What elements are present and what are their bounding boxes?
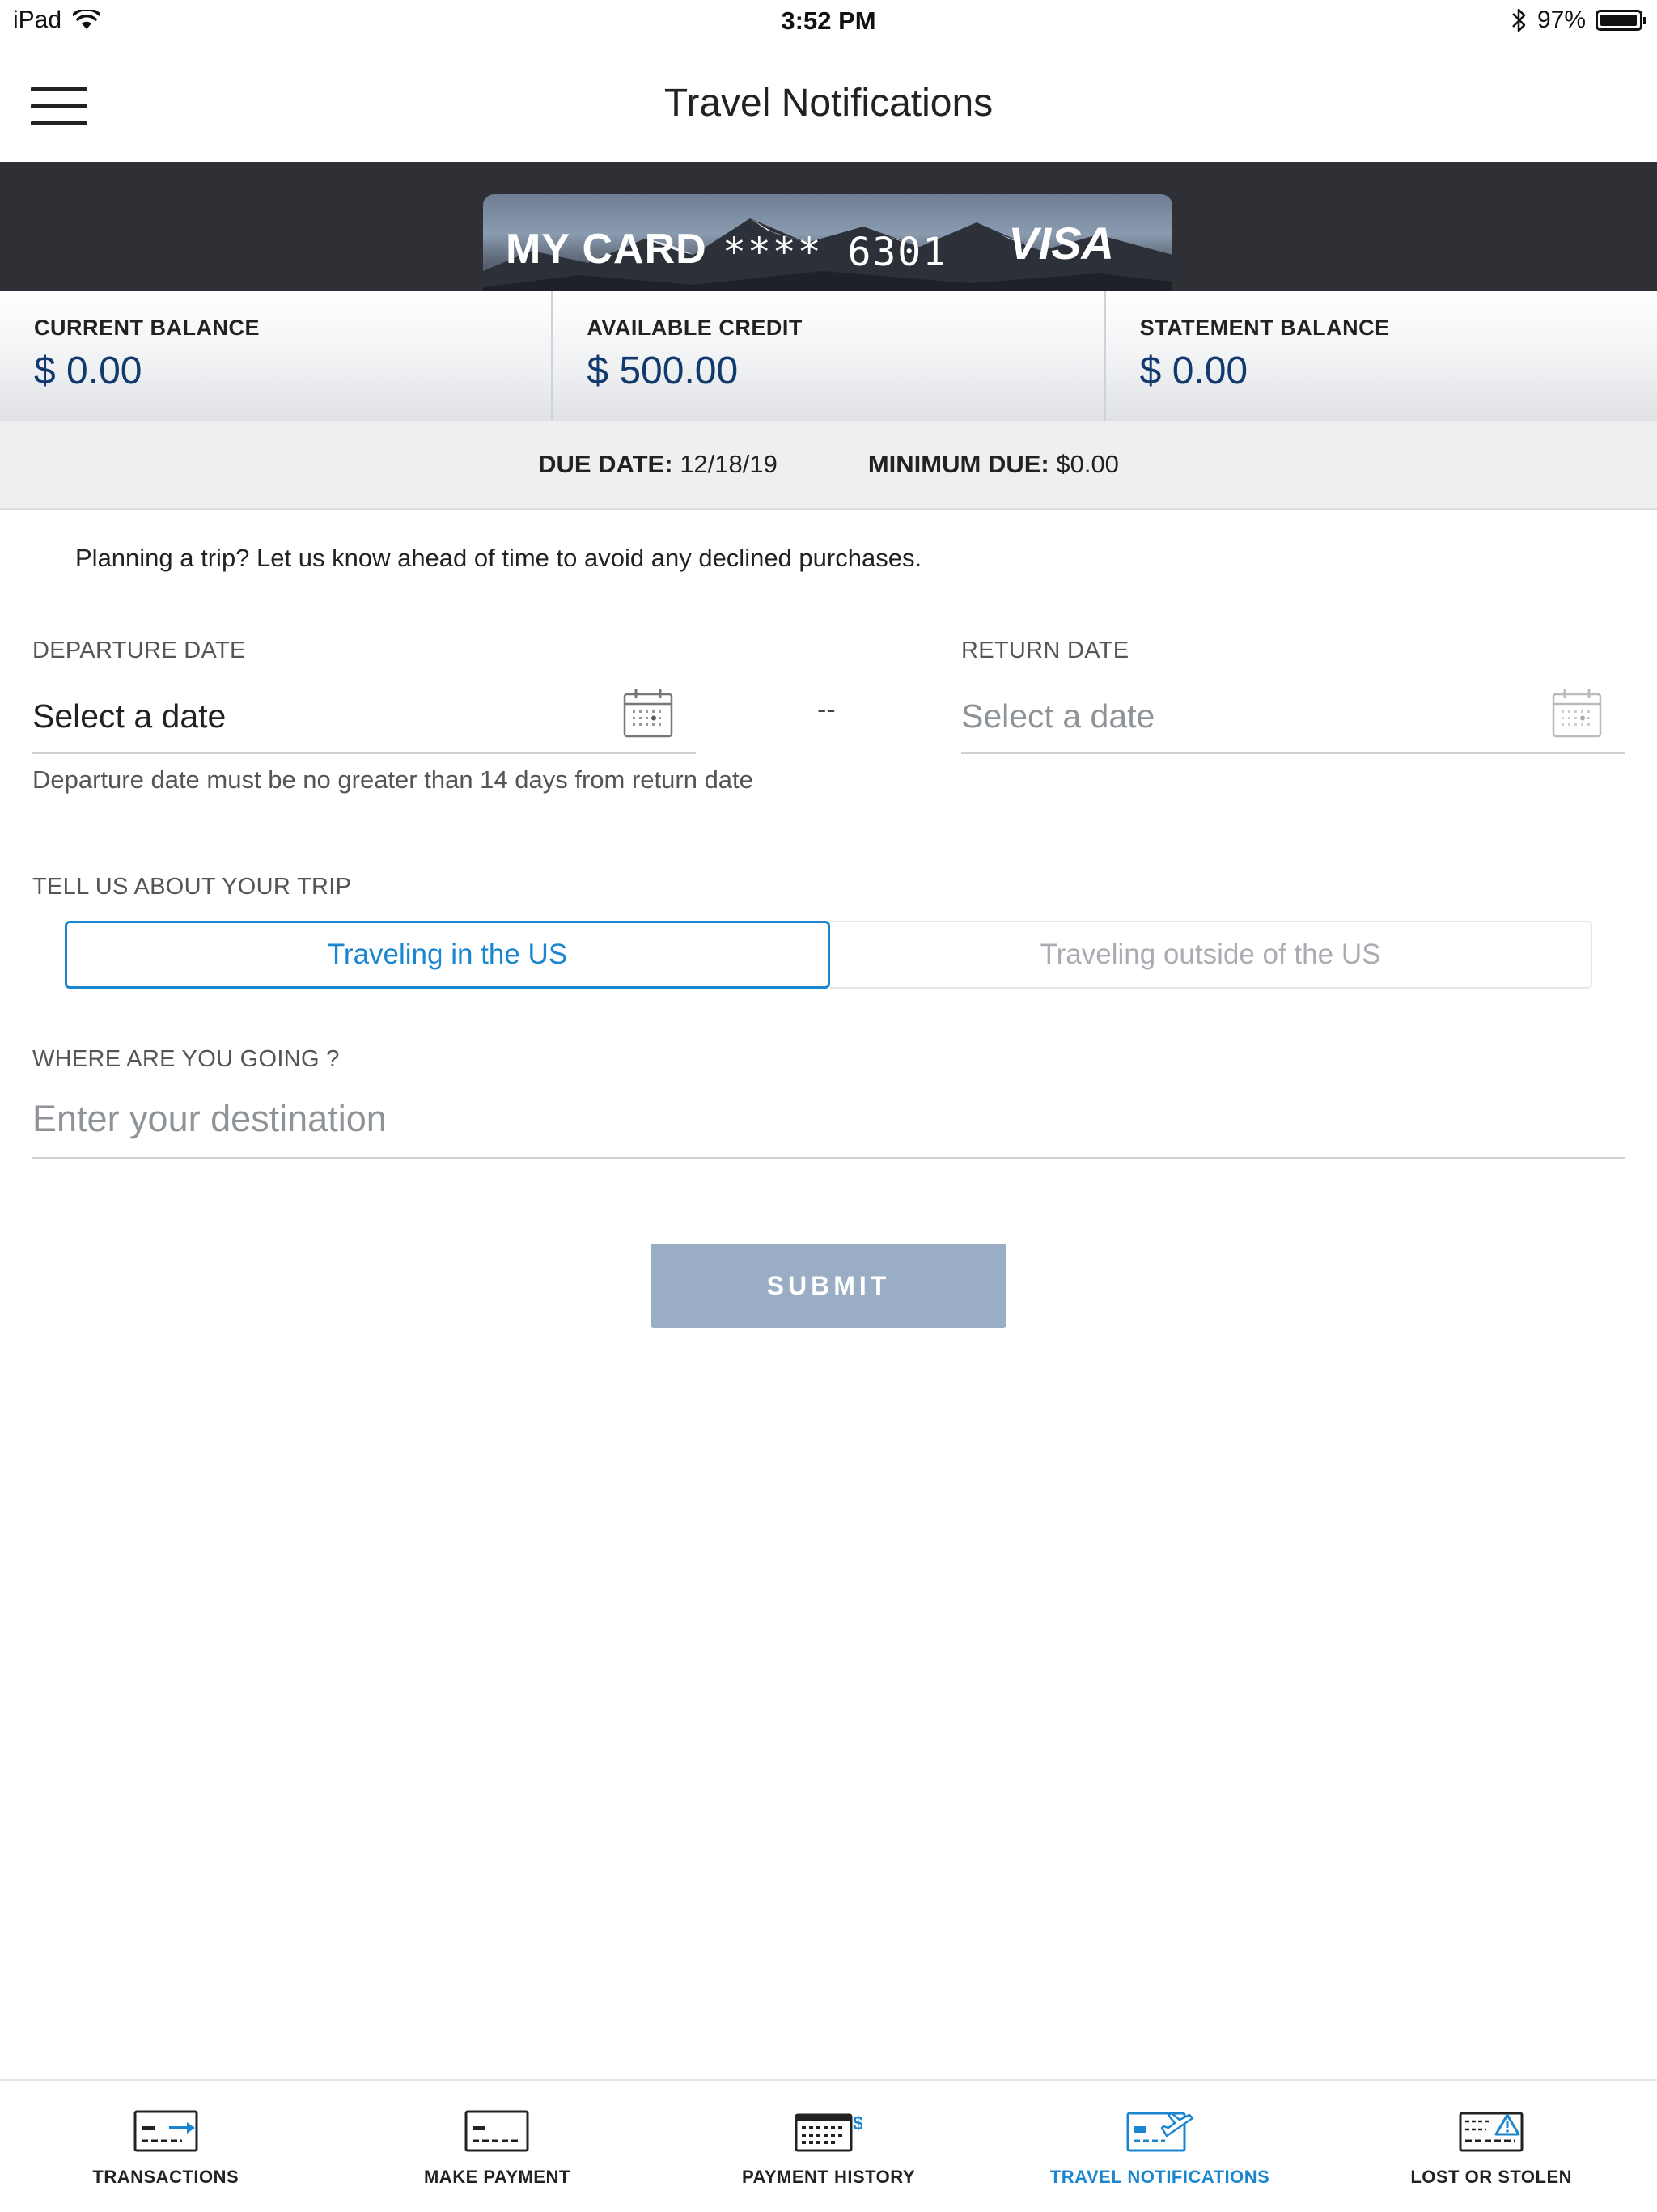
status-right: 97% xyxy=(1510,6,1646,34)
lost-or-stolen-icon xyxy=(1459,2112,1524,2152)
tab-label: MAKE PAYMENT xyxy=(423,2167,570,2187)
card-band: MY CARD **** 6301 VISA xyxy=(0,162,1657,291)
travel-notifications-icon xyxy=(1126,2112,1193,2152)
due-date-label: DUE DATE: xyxy=(538,450,673,478)
tab-label: TRANSACTIONS xyxy=(92,2167,239,2187)
tab-label: PAYMENT HISTORY xyxy=(741,2167,916,2187)
page-title: Travel Notifications xyxy=(663,82,994,125)
destination-input[interactable] xyxy=(32,1091,1618,1147)
status-time: 3:52 PM xyxy=(781,6,876,35)
date-separator: -- xyxy=(817,694,836,725)
departure-date-label: DEPARTURE DATE xyxy=(32,638,246,663)
status-bar: iPad 3:52 PM 97% xyxy=(0,0,1657,45)
due-date-value: 12/18/19 xyxy=(680,450,778,478)
tab-lost-or-stolen[interactable]: LOST OR STOLEN xyxy=(1325,2081,1657,2212)
payment-history-icon: $ xyxy=(795,2112,862,2152)
balances-row: CURRENT BALANCE $ 0.00 AVAILABLE CREDIT … xyxy=(0,291,1657,421)
balance-label: CURRENT BALANCE xyxy=(34,316,260,340)
visa-logo: VISA xyxy=(1008,218,1114,269)
battery-fill xyxy=(1600,15,1637,26)
trip-option-outside-us[interactable]: Traveling outside of the US xyxy=(830,921,1592,989)
battery-percent: 97% xyxy=(1536,6,1586,33)
minimum-due: MINIMUM DUE: $0.00 xyxy=(868,450,1119,479)
minimum-due-value: $0.00 xyxy=(1056,450,1119,478)
trip-type-label: TELL US ABOUT YOUR TRIP xyxy=(32,874,352,900)
trip-type-segmented-control: Traveling in the US Traveling outside of… xyxy=(65,921,1592,989)
balance-label: STATEMENT BALANCE xyxy=(1139,316,1390,340)
calendar-icon[interactable] xyxy=(1552,688,1602,738)
date-hint: Departure date must be no greater than 1… xyxy=(32,765,753,794)
svg-text:$: $ xyxy=(853,2112,862,2134)
tab-label: TRAVEL NOTIFICATIONS xyxy=(1049,2167,1270,2187)
return-date-value: Select a date xyxy=(961,697,1155,735)
balance-value: $ 0.00 xyxy=(34,350,142,392)
trip-option-us[interactable]: Traveling in the US xyxy=(65,921,830,989)
submit-button[interactable]: SUBMIT xyxy=(651,1244,1006,1328)
battery-icon xyxy=(1596,10,1646,31)
due-strip: DUE DATE: 12/18/19 MINIMUM DUE: $0.00 xyxy=(0,421,1657,510)
nav-bar: Travel Notifications xyxy=(0,45,1657,162)
return-date-field[interactable]: Select a date xyxy=(961,680,1625,754)
tab-payment-history[interactable]: $ PAYMENT HISTORY xyxy=(663,2081,994,2212)
current-balance: CURRENT BALANCE $ 0.00 xyxy=(0,291,551,421)
card-image[interactable]: MY CARD **** 6301 VISA xyxy=(483,194,1172,291)
intro-text: Planning a trip? Let us know ahead of ti… xyxy=(75,544,922,572)
balance-value: $ 500.00 xyxy=(587,350,739,392)
bottom-tab-bar: TRANSACTIONS MAKE PAYMENT $ PAYMENT HIST… xyxy=(0,2079,1657,2212)
return-date-label: RETURN DATE xyxy=(961,638,1129,663)
departure-date-field[interactable]: Select a date xyxy=(32,680,696,754)
available-credit: AVAILABLE CREDIT $ 500.00 xyxy=(551,291,1104,421)
transactions-icon xyxy=(133,2110,198,2152)
bluetooth-icon xyxy=(1512,8,1526,32)
card-masked-number: **** 6301 xyxy=(723,230,948,275)
tab-make-payment[interactable]: MAKE PAYMENT xyxy=(332,2081,663,2212)
calendar-icon[interactable] xyxy=(623,688,673,738)
destination-field xyxy=(32,1084,1625,1159)
minimum-due-label: MINIMUM DUE: xyxy=(867,450,1049,478)
departure-date-value: Select a date xyxy=(32,697,227,735)
tab-transactions[interactable]: TRANSACTIONS xyxy=(0,2081,332,2212)
balance-value: $ 0.00 xyxy=(1139,350,1248,392)
statement-balance: STATEMENT BALANCE $ 0.00 xyxy=(1104,291,1657,421)
tab-label: LOST OR STOLEN xyxy=(1410,2167,1573,2187)
balance-label: AVAILABLE CREDIT xyxy=(587,316,803,340)
due-date: DUE DATE: 12/18/19 xyxy=(538,450,778,479)
tab-travel-notifications[interactable]: TRAVEL NOTIFICATIONS xyxy=(994,2081,1326,2212)
destination-label: WHERE ARE YOU GOING ? xyxy=(32,1046,340,1072)
card-name: MY CARD xyxy=(506,226,707,273)
make-payment-icon xyxy=(464,2110,529,2152)
